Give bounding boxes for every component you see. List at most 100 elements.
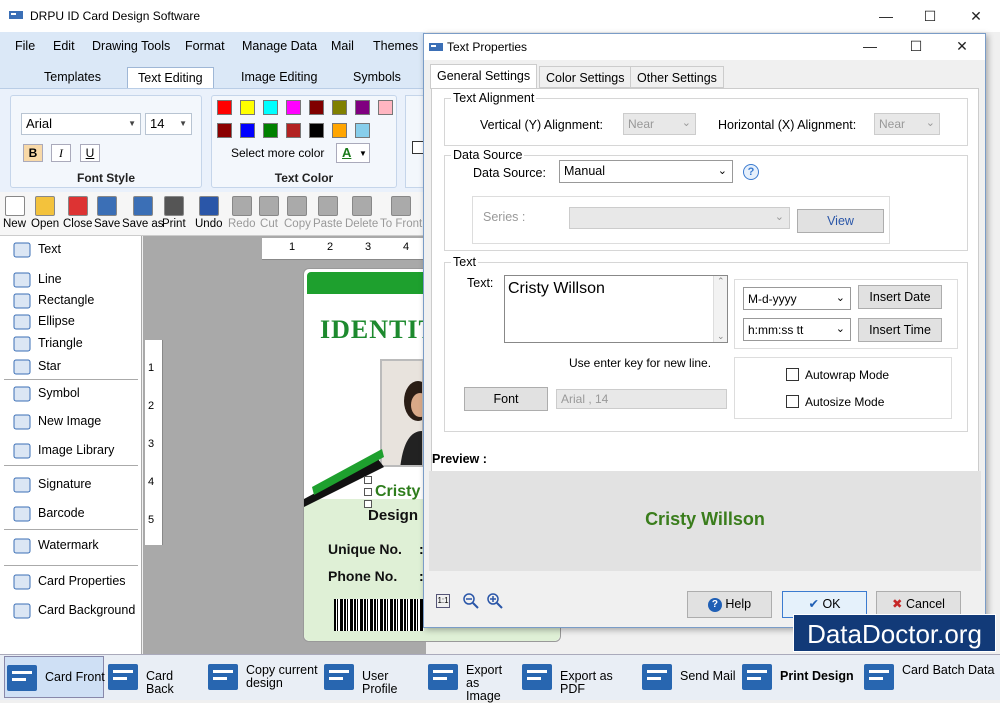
copy-button[interactable]: Copy: [284, 196, 311, 230]
color-swatch[interactable]: [217, 100, 232, 115]
tool-signature[interactable]: Signature: [0, 472, 140, 496]
delete-button[interactable]: Delete: [345, 196, 378, 230]
color-swatch[interactable]: [217, 123, 232, 138]
vertical-alignment-select[interactable]: Near ⌄: [623, 113, 696, 135]
autosize-checkbox[interactable]: [786, 395, 799, 408]
maximize-button[interactable]: ☐: [920, 6, 940, 26]
date-format-select[interactable]: M-d-yyyy ⌄: [743, 287, 851, 310]
tool-barcode[interactable]: Barcode: [0, 501, 140, 525]
close-button[interactable]: ✕: [966, 6, 986, 26]
dialog-minimize-button[interactable]: —: [860, 36, 880, 56]
tool-card-background[interactable]: Card Background: [0, 598, 140, 622]
font-family-select[interactable]: Arial ▼: [21, 113, 141, 135]
help-button[interactable]: ? Help: [687, 591, 772, 618]
tab-other-settings[interactable]: Other Settings: [630, 66, 724, 88]
card-barcode[interactable]: [334, 599, 424, 631]
menu-file[interactable]: File: [15, 39, 35, 53]
tool-star[interactable]: Star: [0, 354, 140, 378]
save-as-button[interactable]: Save as: [122, 196, 164, 230]
menu-mail[interactable]: Mail: [331, 39, 354, 53]
tab-text-editing[interactable]: Text Editing: [127, 67, 214, 89]
color-swatch[interactable]: [332, 100, 347, 115]
minimize-button[interactable]: —: [876, 6, 896, 26]
task-card-batch-data[interactable]: Card Batch Data: [862, 656, 996, 698]
color-swatch[interactable]: [286, 123, 301, 138]
tool-triangle[interactable]: Triangle: [0, 331, 140, 355]
card-unique-no-label[interactable]: Unique No.: [328, 541, 402, 557]
color-swatch[interactable]: [240, 100, 255, 115]
save-button[interactable]: Save: [94, 196, 120, 230]
tool-image-library[interactable]: Image Library: [0, 438, 140, 462]
dialog-close-button[interactable]: ✕: [952, 36, 972, 56]
cut-button[interactable]: Cut: [259, 196, 279, 230]
italic-button[interactable]: I: [51, 144, 71, 162]
view-button[interactable]: View: [797, 209, 884, 233]
selection-handle[interactable]: [364, 476, 372, 484]
tool-ellipse[interactable]: Ellipse: [0, 309, 140, 333]
color-swatch[interactable]: [309, 100, 324, 115]
zoom-fit-icon[interactable]: 1:1: [436, 594, 450, 608]
tool-new-image[interactable]: New Image: [0, 409, 140, 433]
color-swatch[interactable]: [286, 100, 301, 115]
menu-drawing-tools[interactable]: Drawing Tools: [92, 39, 170, 53]
menu-themes[interactable]: Themes: [373, 39, 418, 53]
task-print-design[interactable]: Print Design: [740, 656, 860, 698]
tab-color-settings[interactable]: Color Settings: [539, 66, 632, 88]
to-front-button[interactable]: To Front: [380, 196, 422, 230]
color-swatch[interactable]: [332, 123, 347, 138]
scroll-down-icon[interactable]: ⌄: [717, 331, 725, 342]
redo-button[interactable]: Redo: [228, 196, 256, 230]
font-color-picker[interactable]: A ▼: [336, 143, 370, 163]
tool-text[interactable]: Text: [0, 237, 140, 261]
tool-card-properties[interactable]: Card Properties: [0, 569, 140, 593]
undo-button[interactable]: Undo: [195, 196, 223, 230]
menu-edit[interactable]: Edit: [53, 39, 75, 53]
task-send-mail[interactable]: Send Mail: [640, 656, 736, 698]
color-swatch[interactable]: [355, 100, 370, 115]
font-button[interactable]: Font: [464, 387, 548, 411]
underline-button[interactable]: U: [80, 144, 100, 162]
task-export-as-image[interactable]: Export as Image: [426, 656, 516, 703]
color-swatch[interactable]: [263, 123, 278, 138]
tool-watermark[interactable]: Watermark: [0, 533, 140, 557]
insert-time-button[interactable]: Insert Time: [858, 318, 942, 342]
tab-templates[interactable]: Templates: [34, 67, 111, 89]
tool-symbol[interactable]: Symbol: [0, 381, 140, 405]
font-size-select[interactable]: 14 ▼: [145, 113, 192, 135]
time-format-select[interactable]: h:mm:ss tt ⌄: [743, 318, 851, 341]
scroll-up-icon[interactable]: ⌃: [717, 276, 725, 287]
series-select[interactable]: ⌄: [569, 207, 790, 229]
text-input[interactable]: Cristy Willson ⌃ ⌄: [504, 275, 728, 343]
select-more-color[interactable]: Select more color: [231, 146, 324, 160]
card-photo[interactable]: [380, 359, 424, 467]
task-copy-current-design[interactable]: Copy current design: [206, 656, 318, 698]
tab-image-editing[interactable]: Image Editing: [231, 67, 327, 89]
task-export-as-pdf[interactable]: Export as PDF: [520, 656, 636, 698]
bold-button[interactable]: B: [23, 144, 43, 162]
color-swatch[interactable]: [240, 123, 255, 138]
open-button[interactable]: Open: [31, 196, 59, 230]
card-phone-no-label[interactable]: Phone No.: [328, 568, 397, 584]
text-input-scrollbar[interactable]: ⌃ ⌄: [713, 276, 727, 342]
zoom-out-icon[interactable]: [462, 592, 480, 613]
card-designation-text[interactable]: Design: [368, 507, 418, 524]
tab-symbols[interactable]: Symbols: [343, 67, 411, 89]
color-swatch[interactable]: [309, 123, 324, 138]
menu-manage-data[interactable]: Manage Data: [242, 39, 317, 53]
color-swatch[interactable]: [263, 100, 278, 115]
close-button[interactable]: Close: [63, 196, 92, 230]
new-button[interactable]: New: [3, 196, 26, 230]
insert-date-button[interactable]: Insert Date: [858, 285, 942, 309]
card-name-text[interactable]: Cristy: [375, 483, 420, 501]
horizontal-alignment-select[interactable]: Near ⌄: [874, 113, 940, 135]
color-swatch[interactable]: [355, 123, 370, 138]
menu-format[interactable]: Format: [185, 39, 225, 53]
help-circle-icon[interactable]: ?: [743, 164, 759, 180]
dialog-maximize-button[interactable]: ☐: [906, 36, 926, 56]
task-user-profile[interactable]: User Profile: [322, 656, 422, 698]
zoom-in-icon[interactable]: [486, 592, 504, 613]
paste-button[interactable]: Paste: [313, 196, 342, 230]
task-card-front[interactable]: Card Front: [4, 656, 105, 698]
selection-handle[interactable]: [364, 488, 372, 496]
print-button[interactable]: Print: [162, 196, 186, 230]
